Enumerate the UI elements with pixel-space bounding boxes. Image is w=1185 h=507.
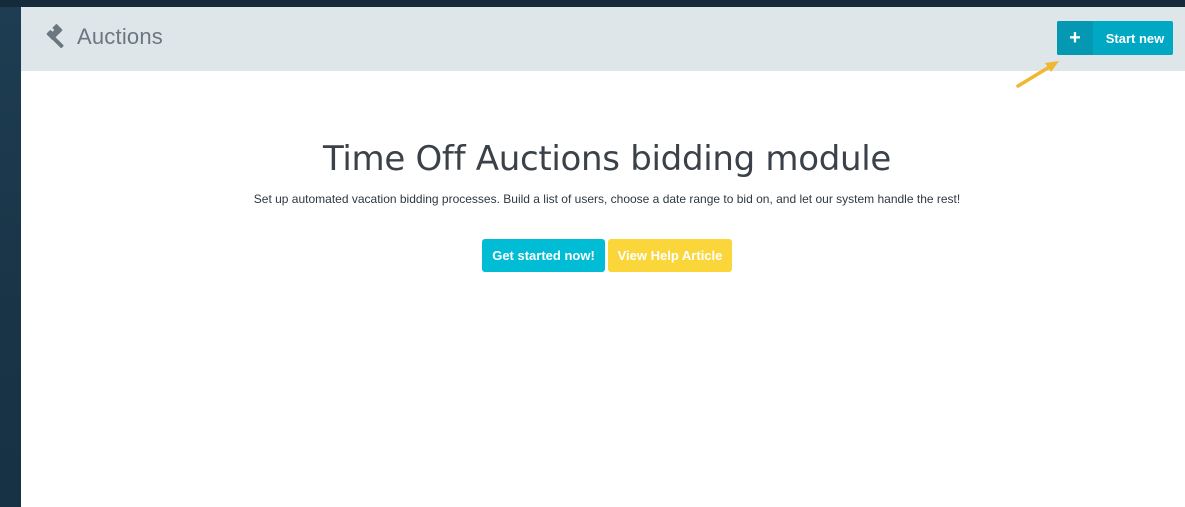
- page-title: Auctions: [77, 24, 163, 49]
- hero-title: Time Off Auctions bidding module: [322, 139, 892, 179]
- start-new-label: Start new: [1105, 30, 1165, 46]
- plus-icon: +: [1057, 21, 1093, 55]
- page-title-group: Auctions: [43, 22, 163, 52]
- main-panel: Auctions + Start new Time Off Auctions b…: [21, 7, 1185, 507]
- hero-subtitle: Set up automated vacation bidding proces…: [253, 192, 961, 206]
- view-help-article-button[interactable]: View Help Article: [608, 239, 732, 272]
- start-new-button[interactable]: + Start new: [1057, 21, 1173, 55]
- gavel-icon: [43, 24, 69, 50]
- left-sidebar: [0, 7, 21, 507]
- top-window-strip: [0, 0, 1185, 7]
- cta-button-group: Get started now! View Help Article: [482, 239, 732, 272]
- get-started-button[interactable]: Get started now!: [482, 239, 605, 272]
- annotation-arrow-icon: [1016, 61, 1059, 88]
